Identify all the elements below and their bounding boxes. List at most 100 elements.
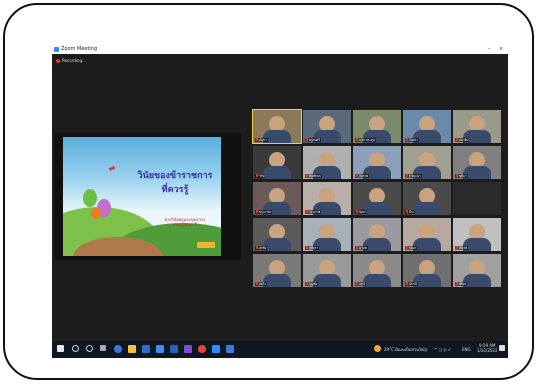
window-title: Zoom Meeting bbox=[61, 46, 98, 52]
muted-mic-icon bbox=[356, 174, 358, 177]
participant-name-label: ศิริพร bbox=[459, 282, 467, 286]
store-icon[interactable] bbox=[142, 345, 150, 353]
participant-name-label: มนัส ประทุม bbox=[359, 138, 375, 142]
notification-icon[interactable] bbox=[499, 345, 505, 351]
participant-name-label: ประภาพร bbox=[259, 210, 272, 214]
participant-tile[interactable]: ธีระ bbox=[403, 182, 451, 215]
muted-mic-icon bbox=[406, 138, 408, 141]
participant-name-label: พิมพ์ชนก bbox=[309, 174, 321, 178]
participant-tile[interactable]: ครูสมศรี bbox=[303, 110, 351, 143]
clock-date: 1/22/2022 bbox=[477, 348, 498, 353]
record-dot-icon bbox=[56, 59, 60, 63]
minimize-button[interactable]: – bbox=[488, 45, 491, 54]
participant-name: ธีระ bbox=[405, 210, 416, 214]
participant-tile[interactable]: สมใจ bbox=[253, 254, 301, 287]
muted-mic-icon bbox=[406, 246, 408, 249]
muted-mic-icon bbox=[306, 282, 308, 285]
participant-name-label: บุญชัย bbox=[309, 282, 318, 286]
participant-tile[interactable]: สมชาย bbox=[353, 146, 401, 179]
slide-tree bbox=[91, 207, 101, 219]
participant-tile[interactable]: มนัส ประทุม bbox=[353, 110, 401, 143]
participant-tile[interactable]: ธนาธิป bbox=[453, 110, 501, 143]
screenshot-frame: Zoom Meeting – × Recording... วินัยของข้… bbox=[3, 3, 534, 380]
participant-name: วิชัย bbox=[255, 174, 266, 178]
participant-tile[interactable]: อรุณี bbox=[353, 254, 401, 287]
participant-tile[interactable] bbox=[453, 182, 501, 215]
participant-tile[interactable]: วราภรณ์ bbox=[303, 182, 351, 215]
participant-tile[interactable]: รัตนา bbox=[403, 218, 451, 251]
muted-mic-icon bbox=[406, 174, 408, 177]
muted-mic-icon bbox=[456, 138, 458, 141]
participant-tile[interactable]: ศิริพร bbox=[453, 254, 501, 287]
participant-tile[interactable]: มานพ bbox=[353, 218, 401, 251]
participant-tile[interactable]: อนุชา bbox=[252, 109, 302, 144]
participant-body bbox=[263, 274, 291, 287]
muted-mic-icon bbox=[356, 210, 358, 213]
word-icon[interactable] bbox=[170, 345, 178, 353]
file-explorer-icon[interactable] bbox=[128, 345, 136, 353]
clock[interactable]: 9:59 AM 1/22/2022 bbox=[477, 343, 498, 353]
zoom-logo-icon bbox=[54, 47, 59, 52]
participant-gallery: อนุชา ครูสมศรี มนัส ประทุม จันทรา ธนาธิปวิชั… bbox=[252, 109, 503, 288]
language-indicator[interactable]: ENG bbox=[462, 346, 471, 353]
teams-icon[interactable] bbox=[184, 345, 192, 353]
participant-name-label: นิตยา bbox=[359, 210, 367, 214]
participant-name: วราภรณ์ bbox=[305, 210, 322, 214]
muted-mic-icon bbox=[456, 246, 458, 249]
muted-mic-icon bbox=[256, 210, 258, 213]
bird-icon bbox=[108, 166, 116, 171]
participant-name-label: ธีระ bbox=[409, 210, 415, 214]
participant-name-label: อรุณี bbox=[359, 282, 366, 286]
app-icon[interactable] bbox=[226, 345, 234, 353]
participant-tile[interactable]: กาญจนา bbox=[403, 146, 451, 179]
recording-indicator[interactable]: Recording... bbox=[56, 58, 86, 64]
muted-mic-icon bbox=[256, 174, 258, 177]
start-icon[interactable] bbox=[57, 345, 64, 352]
edge-icon[interactable] bbox=[114, 345, 122, 353]
participant-body bbox=[263, 166, 291, 179]
participant-name-label: วิชัย bbox=[259, 174, 265, 178]
slide-tree bbox=[83, 189, 97, 207]
participant-tile[interactable]: เกียรติ bbox=[453, 218, 501, 251]
participant-tile[interactable]: ประภาพร bbox=[253, 182, 301, 215]
muted-mic-icon bbox=[256, 246, 258, 249]
muted-mic-icon bbox=[456, 282, 458, 285]
participant-name-label: ชุติมา bbox=[459, 174, 467, 178]
participant-tile[interactable]: จันทรา bbox=[403, 110, 451, 143]
participant-name-label: สุรชัย bbox=[259, 246, 267, 250]
participant-name: สุพัตรา bbox=[305, 246, 320, 250]
participant-tile[interactable]: นิตยา bbox=[353, 182, 401, 215]
participant-name-label: ธนาธิป bbox=[459, 138, 469, 142]
chrome-icon[interactable] bbox=[198, 345, 206, 353]
mail-icon[interactable] bbox=[156, 345, 164, 353]
participant-tile[interactable]: พิมพ์ชนก bbox=[303, 146, 351, 179]
search-icon[interactable] bbox=[72, 345, 79, 352]
muted-mic-icon bbox=[356, 282, 358, 285]
muted-mic-icon bbox=[356, 138, 358, 141]
participant-name: ประภาพร bbox=[255, 210, 273, 214]
participant-tile[interactable]: ชุติมา bbox=[453, 146, 501, 179]
tray-icons[interactable]: ^ ◻ ◎ ♪ bbox=[434, 346, 451, 353]
participant-name-label: อนุชา bbox=[259, 138, 267, 142]
slide-title: วินัยของข้าราชการ ที่ควรรู้ bbox=[135, 169, 215, 197]
muted-mic-icon bbox=[406, 282, 408, 285]
zoom-taskbar-icon[interactable] bbox=[212, 345, 220, 353]
slide-title-line1: วินัยของข้าราชการ bbox=[137, 171, 213, 181]
task-view-icon[interactable] bbox=[100, 345, 106, 351]
slide-subtitle: ฝ่ายวินัยครูและบุคลากร สพป.ปทุมธานี bbox=[155, 217, 215, 227]
weather-text[interactable]: 29°C มีเมฆเป็นส่วนใหญ่ bbox=[384, 346, 427, 353]
muted-mic-icon bbox=[306, 210, 308, 213]
participant-name-label: จันทรา bbox=[409, 138, 419, 142]
participant-tile[interactable]: ปราณี bbox=[403, 254, 451, 287]
participant-tile[interactable]: สุรชัย bbox=[253, 218, 301, 251]
cortana-icon[interactable] bbox=[86, 345, 93, 352]
slide-title-line2: ที่ควรรู้ bbox=[161, 185, 189, 195]
weather-icon[interactable] bbox=[374, 345, 381, 352]
participant-name: ครูสมศรี bbox=[305, 138, 321, 142]
participant-tile[interactable]: วิชัย bbox=[253, 146, 301, 179]
participant-tile[interactable]: สุพัตรา bbox=[303, 218, 351, 251]
participant-tile[interactable]: บุญชัย bbox=[303, 254, 351, 287]
participant-name: สมใจ bbox=[255, 282, 268, 286]
participant-name-label: เกียรติ bbox=[459, 246, 468, 250]
close-button[interactable]: × bbox=[499, 45, 503, 54]
